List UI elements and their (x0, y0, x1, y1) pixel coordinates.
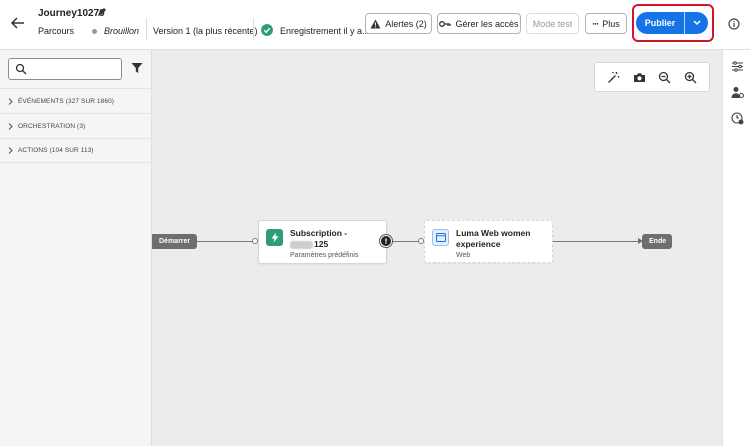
section-events[interactable]: ÉVÉNEMENTS (327 SUR 1860) (0, 88, 152, 113)
section-actions[interactable]: ACTIONS (104 SUR 113) (0, 138, 152, 163)
node-title-line1: Subscription - (290, 228, 348, 238)
back-arrow-icon[interactable] (10, 15, 26, 31)
publish-button[interactable]: Publier (636, 12, 708, 34)
search-icon (15, 63, 27, 75)
node-title-line2: experience (456, 239, 501, 249)
left-panel: ÉVÉNEMENTS (327 SUR 1860) ORCHESTRATION … (0, 50, 152, 446)
canvas-toolbar (594, 62, 710, 92)
node-title: Subscription - 125 (290, 228, 347, 250)
more-dots-icon: ··· (592, 18, 599, 29)
section-actions-label: ACTIONS (104 SUR 113) (18, 147, 94, 154)
node-status-icon[interactable] (380, 235, 392, 247)
web-icon (432, 229, 449, 246)
breadcrumb[interactable]: Parcours (38, 26, 74, 36)
event-node-subscription[interactable]: Subscription - 125 Paramètres prédéfinis (258, 220, 387, 264)
version-label[interactable]: Version 1 (la plus récente) (153, 26, 258, 36)
chevron-right-icon (8, 147, 13, 154)
manage-access-label: Gérer les accès (455, 18, 519, 29)
test-mode-button[interactable]: Mode test (526, 13, 579, 34)
publish-label: Publier (644, 18, 676, 28)
redacted-text (290, 240, 313, 249)
node-subtitle: Paramètres prédéfinis (290, 252, 359, 259)
connector-line (197, 241, 254, 242)
properties-sliders-icon[interactable] (731, 60, 744, 73)
divider (684, 12, 685, 34)
end-node[interactable]: Ende (642, 234, 672, 249)
manage-access-button[interactable]: Gérer les accès (437, 13, 521, 34)
top-bar: Journey10270 Parcours Brouillon Version … (0, 0, 750, 50)
key-icon (439, 20, 452, 27)
node-title-line2: 125 (314, 239, 329, 249)
edit-pencil-icon[interactable] (96, 6, 108, 18)
section-events-label: ÉVÉNEMENTS (327 SUR 1860) (18, 97, 115, 105)
action-node-web[interactable]: Luma Web women experience Web (424, 220, 553, 263)
publish-dropdown[interactable] (685, 20, 708, 26)
user-settings-icon[interactable] (731, 86, 744, 99)
filter-icon[interactable] (131, 62, 143, 74)
journey-title: Journey10270 (38, 8, 105, 19)
clock-check-icon[interactable] (731, 112, 744, 125)
chevron-right-icon (8, 97, 13, 105)
node-title: Luma Web women experience (456, 228, 530, 250)
status-dot (92, 29, 97, 34)
info-icon[interactable] (728, 18, 740, 30)
camera-icon[interactable] (632, 70, 646, 84)
connector-line (553, 241, 641, 242)
search-input[interactable] (8, 58, 122, 80)
status-label: Brouillon (104, 26, 140, 36)
journey-canvas[interactable]: Démarrer Subscription - 125 Paramètres p… (152, 50, 722, 446)
more-label: Plus (602, 18, 620, 29)
section-orchestration[interactable]: ORCHESTRATION (3) (0, 113, 152, 138)
right-rail (722, 50, 750, 446)
start-node[interactable]: Démarrer (152, 234, 197, 249)
section-orchestration-label: ORCHESTRATION (3) (18, 122, 86, 130)
node-title-line1: Luma Web women (456, 228, 531, 238)
magic-wand-icon[interactable] (607, 70, 621, 84)
alerts-button[interactable]: Alertes (2) (365, 13, 432, 34)
test-mode-label: Mode test (532, 18, 573, 29)
save-status: Enregistrement il y a... (280, 26, 370, 36)
check-circle-icon (261, 24, 273, 36)
alert-icon (370, 19, 381, 28)
connector-line (387, 241, 421, 242)
zoom-out-icon[interactable] (658, 70, 672, 84)
alerts-label: Alertes (2) (385, 18, 427, 29)
chevron-right-icon (8, 122, 13, 130)
divider (253, 18, 254, 40)
event-icon (266, 229, 283, 246)
more-button[interactable]: ··· Plus (585, 13, 627, 34)
zoom-in-icon[interactable] (683, 70, 697, 84)
chevron-down-icon (692, 20, 701, 26)
divider (146, 18, 147, 40)
node-subtitle: Web (456, 252, 471, 259)
